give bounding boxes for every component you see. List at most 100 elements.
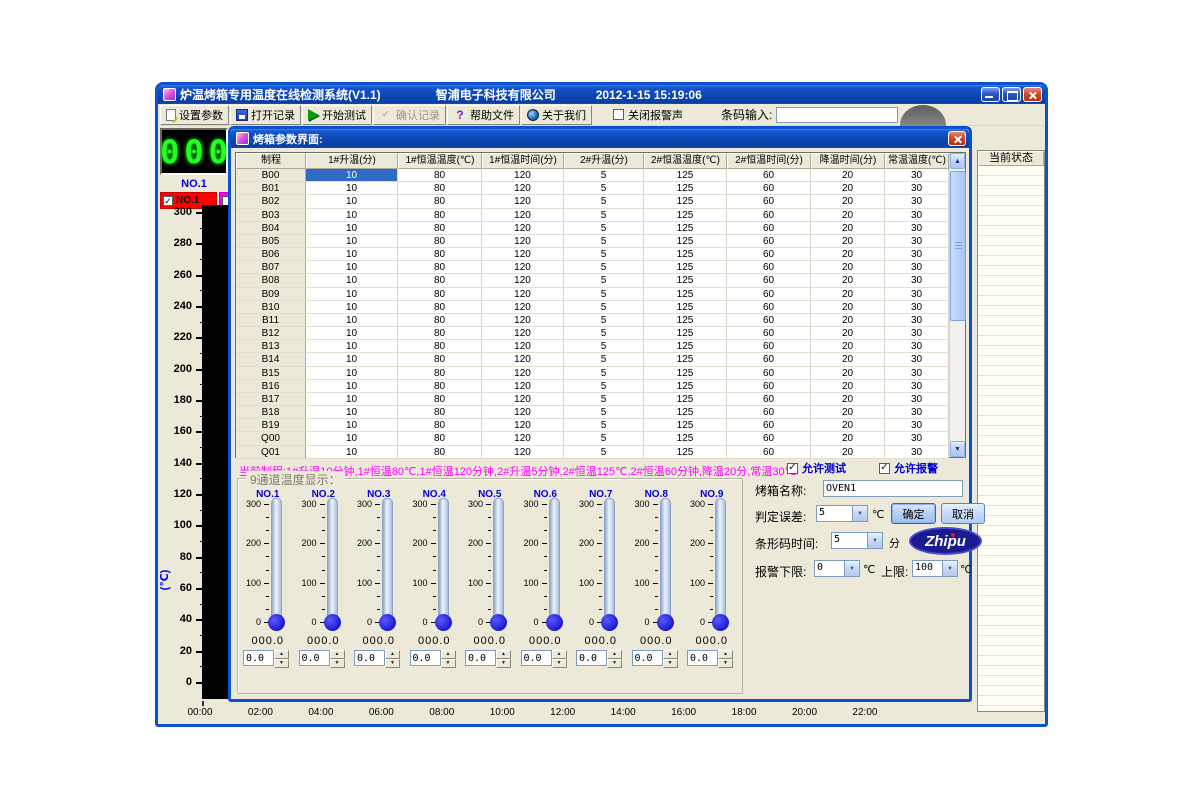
cell[interactable]: 10 <box>306 380 398 393</box>
spin-up-icon[interactable]: ▲ <box>607 650 622 659</box>
setpoint-input[interactable] <box>521 650 552 666</box>
table-row[interactable]: B1110801205125602030 <box>236 314 949 327</box>
cell[interactable]: 20 <box>811 380 885 393</box>
spin-down-icon[interactable]: ▼ <box>718 659 733 668</box>
setpoint-input[interactable] <box>354 650 385 666</box>
setpoint-input[interactable] <box>576 650 607 666</box>
cell[interactable]: 120 <box>482 340 564 353</box>
cell[interactable]: 125 <box>644 432 727 445</box>
channel-1-checkbox[interactable]: ✓ <box>163 196 173 206</box>
cell[interactable]: 10 <box>306 248 398 261</box>
cell[interactable]: 120 <box>482 393 564 406</box>
oven-name-input[interactable] <box>823 480 963 497</box>
cancel-button[interactable]: 取消 <box>941 503 985 524</box>
cell[interactable]: 10 <box>306 274 398 287</box>
cell[interactable]: 5 <box>564 393 644 406</box>
cell[interactable]: 60 <box>727 367 811 380</box>
cell[interactable]: 20 <box>811 248 885 261</box>
cell[interactable]: 125 <box>644 209 727 222</box>
cell[interactable]: 5 <box>564 261 644 274</box>
cell[interactable]: 60 <box>727 222 811 235</box>
minimize-button[interactable] <box>981 87 1000 102</box>
cell[interactable]: 30 <box>885 353 949 366</box>
cell[interactable]: 30 <box>885 314 949 327</box>
cell[interactable]: 10 <box>306 301 398 314</box>
maximize-button[interactable] <box>1002 87 1021 102</box>
cell[interactable]: 80 <box>398 406 482 419</box>
cell[interactable]: 80 <box>398 222 482 235</box>
setpoint-input[interactable] <box>410 650 441 666</box>
table-row[interactable]: B1910801205125602030 <box>236 419 949 432</box>
cell[interactable]: 30 <box>885 261 949 274</box>
spin-up-icon[interactable]: ▲ <box>385 650 400 659</box>
cell[interactable]: 80 <box>398 248 482 261</box>
cell[interactable]: 80 <box>398 432 482 445</box>
table-row[interactable]: B0210801205125602030 <box>236 195 949 208</box>
cell[interactable]: 80 <box>398 327 482 340</box>
cell[interactable]: 30 <box>885 169 949 182</box>
cell[interactable]: 20 <box>811 274 885 287</box>
cell[interactable]: 125 <box>644 274 727 287</box>
cell[interactable]: 5 <box>564 419 644 432</box>
combo-arrow-icon[interactable]: ▼ <box>852 506 867 521</box>
cell[interactable]: 125 <box>644 222 727 235</box>
table-row[interactable]: B1010801205125602030 <box>236 301 949 314</box>
cell[interactable]: 125 <box>644 446 727 459</box>
cell[interactable]: 5 <box>564 327 644 340</box>
cell[interactable]: 10 <box>306 261 398 274</box>
cell[interactable]: 120 <box>482 209 564 222</box>
cell[interactable]: 80 <box>398 274 482 287</box>
cell[interactable]: 120 <box>482 380 564 393</box>
cell[interactable]: 60 <box>727 195 811 208</box>
cell[interactable]: 125 <box>644 380 727 393</box>
cell[interactable]: 10 <box>306 419 398 432</box>
combo-arrow-icon[interactable]: ▼ <box>844 561 859 576</box>
cell[interactable]: 60 <box>727 209 811 222</box>
cell[interactable]: 5 <box>564 314 644 327</box>
cell[interactable]: 120 <box>482 261 564 274</box>
spin-up-icon[interactable]: ▲ <box>496 650 511 659</box>
close-button[interactable] <box>1023 87 1042 102</box>
table-row[interactable]: B0510801205125602030 <box>236 235 949 248</box>
cell[interactable]: 30 <box>885 340 949 353</box>
cell[interactable]: 5 <box>564 380 644 393</box>
cell[interactable]: 10 <box>306 209 398 222</box>
cell[interactable]: 30 <box>885 222 949 235</box>
table-row[interactable]: B1510801205125602030 <box>236 367 949 380</box>
spin-down-icon[interactable]: ▼ <box>385 659 400 668</box>
cell[interactable]: 5 <box>564 301 644 314</box>
tolerance-combo[interactable]: 5 ▼ <box>816 505 868 522</box>
cell[interactable]: 120 <box>482 432 564 445</box>
cell[interactable]: 120 <box>482 406 564 419</box>
cell[interactable]: 125 <box>644 301 727 314</box>
setpoint-input[interactable] <box>632 650 663 666</box>
cell[interactable]: 30 <box>885 367 949 380</box>
confirm-record-button[interactable]: 确认记录 <box>373 105 446 125</box>
cell[interactable]: 60 <box>727 419 811 432</box>
cell[interactable]: 10 <box>306 432 398 445</box>
cell[interactable]: 125 <box>644 314 727 327</box>
open-record-button[interactable]: 打开记录 <box>230 105 301 125</box>
cell[interactable]: 20 <box>811 182 885 195</box>
cell[interactable]: 120 <box>482 235 564 248</box>
cell[interactable]: 20 <box>811 406 885 419</box>
cell[interactable]: 125 <box>644 419 727 432</box>
cell[interactable]: 60 <box>727 446 811 459</box>
cell[interactable]: 10 <box>306 222 398 235</box>
table-row[interactable]: B1810801205125602030 <box>236 406 949 419</box>
help-button[interactable]: 帮助文件 <box>447 105 520 125</box>
table-row[interactable]: Q0110801205125602030 <box>236 446 949 459</box>
table-row[interactable]: Q0010801205125602030 <box>236 432 949 445</box>
cell[interactable]: 80 <box>398 235 482 248</box>
cell[interactable]: 20 <box>811 314 885 327</box>
cell[interactable]: 30 <box>885 182 949 195</box>
scroll-up-icon[interactable]: ▲ <box>950 153 965 169</box>
cell[interactable]: 60 <box>727 314 811 327</box>
table-row[interactable]: B0810801205125602030 <box>236 274 949 287</box>
spin-down-icon[interactable]: ▼ <box>330 659 345 668</box>
cell[interactable]: 120 <box>482 288 564 301</box>
cell[interactable]: 60 <box>727 288 811 301</box>
cell[interactable]: 10 <box>306 169 398 182</box>
cell[interactable]: 120 <box>482 301 564 314</box>
cell[interactable]: 10 <box>306 340 398 353</box>
